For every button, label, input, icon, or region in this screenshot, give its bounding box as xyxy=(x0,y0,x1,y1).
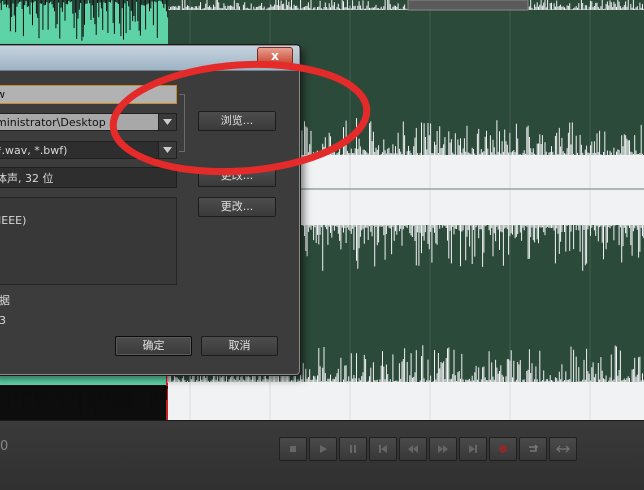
fast-forward-button[interactable] xyxy=(429,437,457,461)
dialog-titlebar[interactable]: x xyxy=(0,46,299,71)
rewind-button[interactable] xyxy=(399,437,427,461)
stop-icon xyxy=(290,446,296,452)
loop-icon xyxy=(529,444,539,452)
location-value: ministrator\Desktop xyxy=(0,116,106,129)
cancel-button[interactable]: 取消 xyxy=(201,336,278,356)
rewind-icon xyxy=(408,445,418,453)
option-bracket xyxy=(179,94,185,152)
pause-icon xyxy=(350,445,356,453)
go-to-end-button[interactable] xyxy=(459,437,487,461)
play-button[interactable] xyxy=(309,437,337,461)
go-to-start-button[interactable] xyxy=(369,437,397,461)
skip-button[interactable] xyxy=(549,437,577,461)
time-display: 0 xyxy=(0,439,9,454)
transport-bar: 0 xyxy=(0,420,644,490)
record-icon xyxy=(499,445,507,453)
browse-button[interactable]: 浏览... xyxy=(198,111,276,131)
top-scrollbar-thumb xyxy=(407,0,529,11)
change-format-settings-button[interactable]: 更改... xyxy=(198,197,276,217)
save-as-dialog: x w ministrator\Desktop *.wav, *.bwf) 浏览… xyxy=(0,45,300,375)
pause-button[interactable] xyxy=(339,437,367,461)
fast-forward-icon xyxy=(438,445,448,453)
ok-button[interactable]: 确定 xyxy=(115,336,192,356)
format-settings-value: IEEE) xyxy=(0,214,27,227)
filename-input[interactable]: w xyxy=(0,85,177,104)
go-to-end-icon xyxy=(469,445,477,453)
sample-type-field: 体声, 32 位 xyxy=(0,167,177,188)
stop-button[interactable] xyxy=(279,437,307,461)
file-size-label: 3 xyxy=(0,314,6,327)
chevron-down-icon xyxy=(158,114,176,130)
format-value: *.wav, *.bwf) xyxy=(0,144,68,157)
change-sample-type-button[interactable]: 更改... xyxy=(198,169,276,187)
skip-icon xyxy=(556,445,570,453)
chevron-down-icon xyxy=(158,142,176,158)
waveform-body-lower xyxy=(168,382,644,420)
location-dropdown[interactable]: ministrator\Desktop xyxy=(0,113,177,131)
close-button[interactable]: x xyxy=(257,47,293,66)
loop-button[interactable] xyxy=(519,437,547,461)
format-dropdown[interactable]: *.wav, *.bwf) xyxy=(0,141,177,159)
record-button[interactable] xyxy=(489,437,517,461)
go-to-start-icon xyxy=(379,445,387,453)
format-settings-panel: IEEE) xyxy=(0,197,177,285)
play-icon xyxy=(320,445,327,453)
metadata-label: 据 xyxy=(0,294,10,307)
